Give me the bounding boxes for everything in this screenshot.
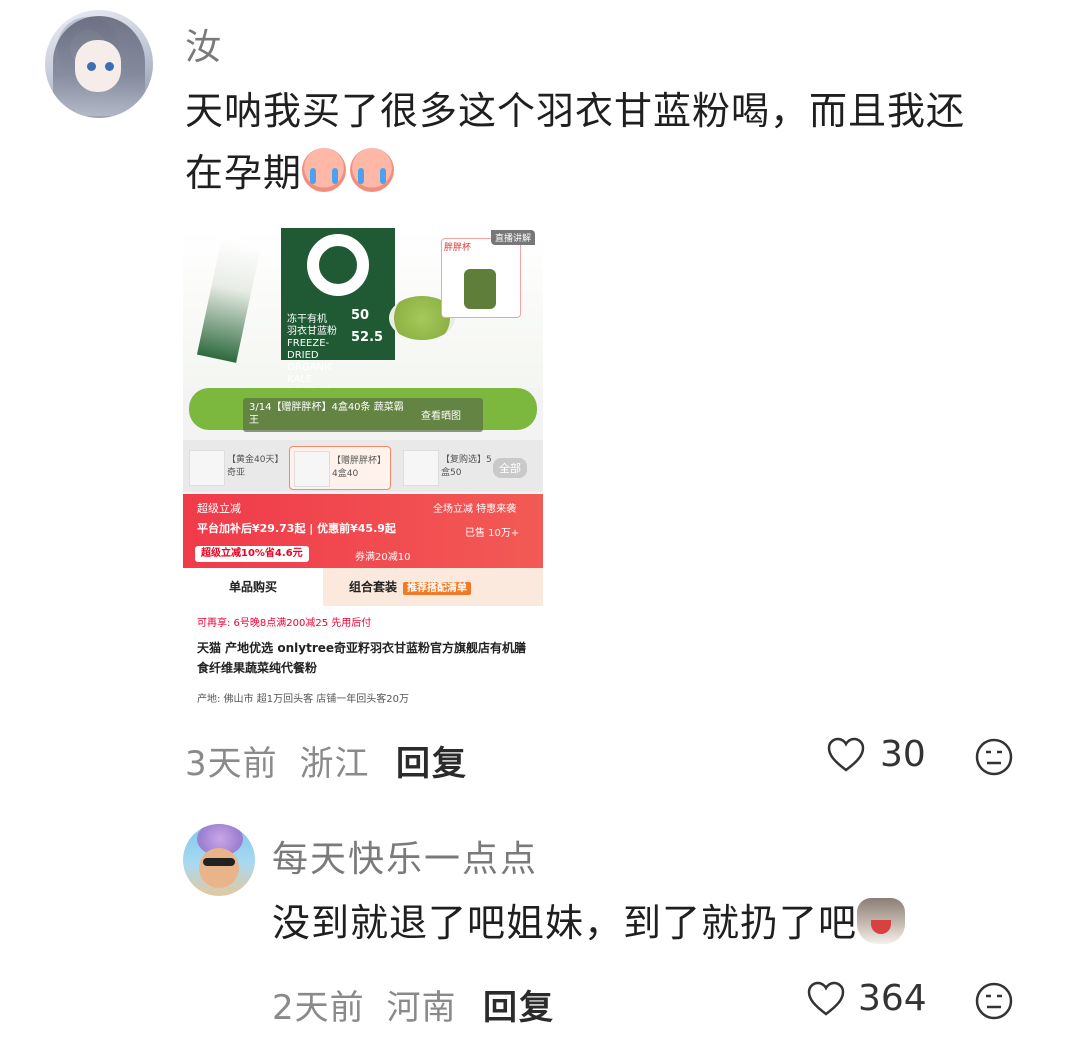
comment-time: 3天前 [185, 744, 278, 784]
crying-face-icon [350, 148, 395, 192]
option-label: 【赠胖胖杯】4盒40 [332, 456, 387, 479]
comment-text: 天呐我买了很多这个羽衣甘蓝粉喝，而且我还 在孕期 [185, 80, 1045, 204]
product-info: 可再享: 6号晚8点满200减25 先用后付 天猫 产地优选 onlytree奇… [183, 606, 543, 710]
like-button[interactable] [806, 980, 846, 1024]
tab-single: 单品购买 [183, 568, 323, 606]
option-strip: 【黄金40天】奇亚 【赠胖胖杯】4盒40 【复购选】5盒50 [183, 440, 543, 492]
option-item: 【黄金40天】奇亚 [185, 446, 285, 488]
toast-title: 3/14【赠胖胖杯】4盒40条 蔬菜霸王 [249, 402, 404, 426]
option-label: 【复购选】5盒50 [441, 455, 492, 478]
toast-action: 查看晒图 [421, 411, 461, 422]
comment-meta: 3天前 浙江 [185, 736, 369, 785]
box-number: 50 [351, 308, 370, 323]
option-image [189, 450, 225, 486]
comment-username[interactable]: 汝 [185, 18, 223, 70]
comment-location: 浙江 [299, 744, 370, 784]
avatar-eye [87, 62, 96, 71]
option-item: 【赠胖胖杯】4盒40 [289, 446, 391, 490]
price-line: 平台加补后¥29.73起 | 优惠前¥45.9起 [197, 522, 396, 535]
brand-ring-icon [307, 234, 369, 296]
comment-time: 2天前 [272, 988, 365, 1028]
heart-icon [827, 737, 865, 772]
attached-image[interactable]: 冻干有机羽衣甘蓝粉FREEZE-DRIEDORGANICKALE POWDER … [183, 228, 543, 710]
comment-text-line1: 天呐我买了很多这个羽衣甘蓝粉喝，而且我还 [185, 89, 966, 133]
comment-text-line1: 没到就退了吧姐妹，到了就扔了吧 [272, 901, 858, 945]
like-button[interactable] [826, 736, 866, 780]
avatar[interactable] [45, 10, 153, 118]
avatar-glasses [203, 858, 235, 866]
promo-right: 全场立减 特惠来袭 [433, 504, 517, 515]
reusable-offer: 可再享: 6号晚8点满200减25 先用后付 [197, 618, 372, 629]
crying-face-icon [302, 148, 347, 192]
coupon-text: 券满20减10 [355, 552, 411, 563]
option-label: 【黄金40天】奇亚 [227, 455, 279, 478]
gift-thumbnail: 胖胖杯 [441, 238, 521, 318]
live-badge: 直播讲解 [491, 230, 536, 245]
cup-image [464, 269, 496, 309]
discount-pill: 超级立减10%省4.6元 [195, 546, 309, 562]
avatar-face [75, 40, 121, 92]
screaming-cat-icon [857, 898, 906, 944]
avatar-eye [105, 62, 114, 71]
meh-face-icon [975, 738, 1013, 776]
product-title: 天猫 产地优选 onlytree奇亚籽羽衣甘蓝粉官方旗舰店有机膳食纤维果蔬菜纯代… [197, 641, 527, 675]
tab-combo: 组合套装 推荐搭配清单 [323, 568, 543, 606]
gift-label: 胖胖杯 [444, 243, 472, 253]
tab-combo-label: 组合套装 [349, 580, 398, 594]
avatar-face [199, 848, 239, 888]
option-image [294, 451, 330, 487]
avatar[interactable] [183, 824, 255, 896]
promo-label: 超级立减 [197, 502, 241, 515]
comment-text-line2: 在孕期 [185, 151, 303, 195]
purchase-tabs: 单品购买 组合套装 推荐搭配清单 [183, 568, 543, 606]
comment-username[interactable]: 每天快乐一点点 [272, 830, 538, 882]
comment-meta: 2天前 河南 [272, 980, 456, 1029]
combo-tag: 推荐搭配清单 [403, 582, 472, 595]
sold-count: 已售 10万+ [465, 528, 520, 539]
review-toast: 3/14【赠胖胖杯】4盒40条 蔬菜霸王 查看晒图 [243, 398, 483, 432]
all-options-label: 全部 [493, 458, 527, 478]
comment-location: 河南 [386, 988, 457, 1028]
reply-button[interactable]: 回复 [483, 980, 555, 1029]
meh-face-icon [975, 982, 1013, 1020]
product-tags: 产地: 佛山市 超1万回头客 店铺一年回头客20万 [197, 694, 409, 705]
dislike-button[interactable] [974, 737, 1014, 781]
box-number: 52.5 [351, 330, 384, 345]
box-text: 冻干有机羽衣甘蓝粉FREEZE-DRIEDORGANICKALE POWDER [287, 314, 337, 397]
promo-block: 超级立减 全场立减 特惠来袭 平台加补后¥29.73起 | 优惠前¥45.9起 … [183, 494, 543, 568]
option-image [403, 450, 439, 486]
dislike-button[interactable] [974, 981, 1014, 1025]
heart-icon [807, 981, 845, 1016]
option-item: 【复购选】5盒50 [399, 446, 499, 488]
reply-button[interactable]: 回复 [396, 736, 468, 785]
like-count: 30 [880, 734, 926, 775]
like-count: 364 [858, 978, 927, 1019]
comment-text: 没到就退了吧姐妹，到了就扔了吧 [272, 892, 906, 954]
